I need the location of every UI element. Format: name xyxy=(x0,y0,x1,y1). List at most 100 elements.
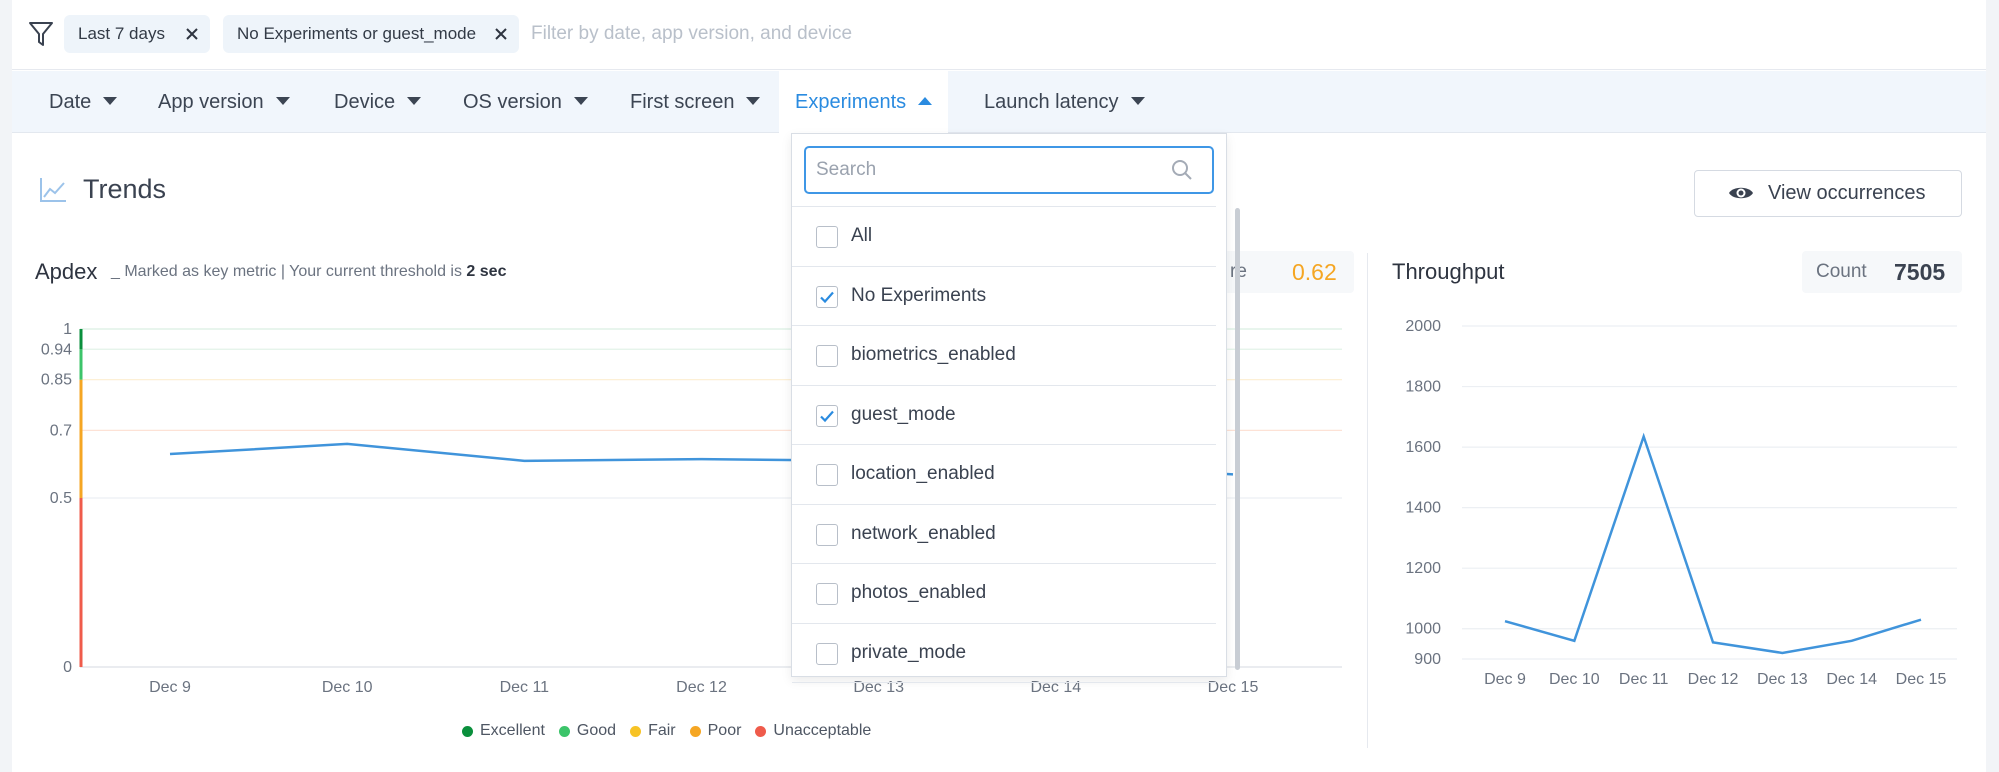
legend-dot xyxy=(462,725,473,737)
dimension-nav: Date App version Device OS version First… xyxy=(12,71,1986,133)
view-occurrences-label: View occurrences xyxy=(1768,182,1926,204)
checkbox[interactable] xyxy=(816,583,838,605)
y-tick-label: 1800 xyxy=(1405,379,1441,396)
y-tick-label: 1400 xyxy=(1405,500,1441,517)
filter-input[interactable] xyxy=(531,17,1231,51)
y-tick-label: 2000 xyxy=(1405,318,1441,335)
experiment-option[interactable]: guest_mode xyxy=(792,386,1216,445)
legend-label: Unacceptable xyxy=(773,722,872,739)
chevron-down-icon xyxy=(1130,96,1145,105)
legend-label: Good xyxy=(576,722,617,739)
nav-app-version[interactable]: App version xyxy=(158,71,290,133)
checkbox-checked[interactable] xyxy=(816,285,838,308)
legend-dot xyxy=(630,725,642,737)
app-shell: Last 7 days No Experiments or guest_mode… xyxy=(12,0,1986,772)
filter-chip-experiments[interactable]: No Experiments or guest_mode xyxy=(223,15,519,53)
apdex-threshold: 2 sec xyxy=(466,263,507,280)
checkbox[interactable] xyxy=(816,464,838,486)
nav-label: Device xyxy=(334,91,396,113)
nav-label: Experiments xyxy=(795,91,907,113)
nav-label: OS version xyxy=(463,91,562,113)
throughput-chart: 900 1000 1200 1400 1600 1800 2000 Dec 9 Dec 10 De… xyxy=(1405,318,1957,688)
nav-device[interactable]: Device xyxy=(334,71,422,133)
experiments-dropdown: All No Experiments biometrics_enabledguest… xyxy=(791,133,1227,683)
experiment-option-label: network_enabled xyxy=(851,522,996,544)
x-tick-label: Dec 10 xyxy=(322,679,373,696)
nav-label: App version xyxy=(158,91,264,113)
x-tick-label: Dec 12 xyxy=(1688,671,1739,688)
experiment-option[interactable]: photos_enabled xyxy=(792,564,1216,624)
filter-chip-label: No Experiments or guest_mode xyxy=(237,24,477,43)
experiment-option[interactable]: network_enabled xyxy=(792,505,1216,564)
nav-os-version[interactable]: OS version xyxy=(463,71,588,133)
experiment-option-label: private_mode xyxy=(851,641,967,663)
experiment-option-label: All xyxy=(851,225,873,246)
checkbox[interactable] xyxy=(816,523,838,546)
y-tick-label: 0.7 xyxy=(50,422,72,439)
count-value: 7505 xyxy=(1894,259,1946,285)
checkbox-checked[interactable] xyxy=(816,404,838,427)
filter-chip-date[interactable]: Last 7 days xyxy=(64,15,210,53)
x-tick-label: Dec 9 xyxy=(1484,671,1526,688)
search-input[interactable] xyxy=(816,156,1146,184)
y-tick-label: 0.85 xyxy=(41,372,72,389)
close-icon[interactable] xyxy=(493,26,509,42)
filter-bar: Last 7 days No Experiments or guest_mode xyxy=(12,0,1986,70)
checkbox[interactable] xyxy=(816,226,838,248)
nav-experiments[interactable]: Experiments xyxy=(779,71,949,133)
view-occurrences-button[interactable]: View occurrences xyxy=(1694,170,1962,217)
checkbox[interactable] xyxy=(816,345,838,367)
experiment-option-label: location_enabled xyxy=(851,463,995,484)
experiment-option-label: biometrics_enabled xyxy=(851,344,1016,365)
dropdown-scrollbar[interactable] xyxy=(1235,208,1240,670)
page-title: Trends xyxy=(83,174,167,204)
apdex-subtitle-text: _ Marked as key metric | Your current th… xyxy=(111,263,467,280)
legend-dot xyxy=(558,725,570,737)
funnel-icon[interactable] xyxy=(28,20,54,48)
y-tick-label: 0 xyxy=(63,659,72,676)
y-tick-label: 900 xyxy=(1414,651,1441,668)
throughput-title: Throughput xyxy=(1392,259,1505,284)
chevron-down-icon xyxy=(103,96,118,105)
checkbox[interactable] xyxy=(816,642,838,665)
y-tick-label: 0.94 xyxy=(41,341,72,358)
apdex-subtitle: _ Marked as key metric | Your current th… xyxy=(111,263,506,281)
experiment-option[interactable]: No Experiments xyxy=(792,267,1216,326)
legend-label: Poor xyxy=(707,722,742,739)
legend-item-unacceptable: Unacceptable xyxy=(755,720,871,742)
chevron-down-icon xyxy=(407,96,422,105)
checkmark-icon xyxy=(820,410,834,422)
x-tick-label: Dec 12 xyxy=(676,679,727,696)
line-chart-icon xyxy=(40,178,66,202)
eye-icon xyxy=(1729,187,1753,199)
nav-label: Date xyxy=(49,91,92,113)
legend-item-good: Good xyxy=(558,720,617,742)
nav-launch-latency[interactable]: Launch latency xyxy=(984,71,1145,133)
x-tick-label: Dec 13 xyxy=(1757,671,1808,688)
experiment-option-label: No Experiments xyxy=(851,284,987,306)
legend-dot xyxy=(689,725,701,737)
close-icon[interactable] xyxy=(184,26,200,42)
filter-chip-label: Last 7 days xyxy=(78,24,165,43)
search-box xyxy=(804,146,1214,194)
legend-item-poor: Poor xyxy=(689,720,742,742)
x-tick-label: Dec 14 xyxy=(1826,671,1877,688)
experiment-option-label: photos_enabled xyxy=(851,582,987,603)
chevron-down-icon xyxy=(275,96,290,105)
apdex-title: Apdex xyxy=(35,259,98,284)
experiment-option[interactable]: private_mode xyxy=(792,624,1216,683)
experiment-option-label: guest_mode xyxy=(851,403,956,425)
legend-label: Fair xyxy=(648,722,676,739)
legend-item-fair: Fair xyxy=(630,720,676,742)
nav-date[interactable]: Date xyxy=(49,71,118,133)
chevron-up-icon xyxy=(918,96,933,105)
y-tick-label: 0.5 xyxy=(50,490,72,507)
experiment-option[interactable]: All xyxy=(792,207,1216,267)
count-label: Count xyxy=(1816,261,1867,282)
nav-first-screen[interactable]: First screen xyxy=(630,71,761,133)
x-tick-label: Dec 10 xyxy=(1549,671,1600,688)
x-tick-label: Dec 9 xyxy=(149,679,191,696)
x-tick-label: Dec 11 xyxy=(1619,671,1669,688)
experiment-option[interactable]: location_enabled xyxy=(792,445,1216,505)
experiment-option[interactable]: biometrics_enabled xyxy=(792,326,1216,386)
